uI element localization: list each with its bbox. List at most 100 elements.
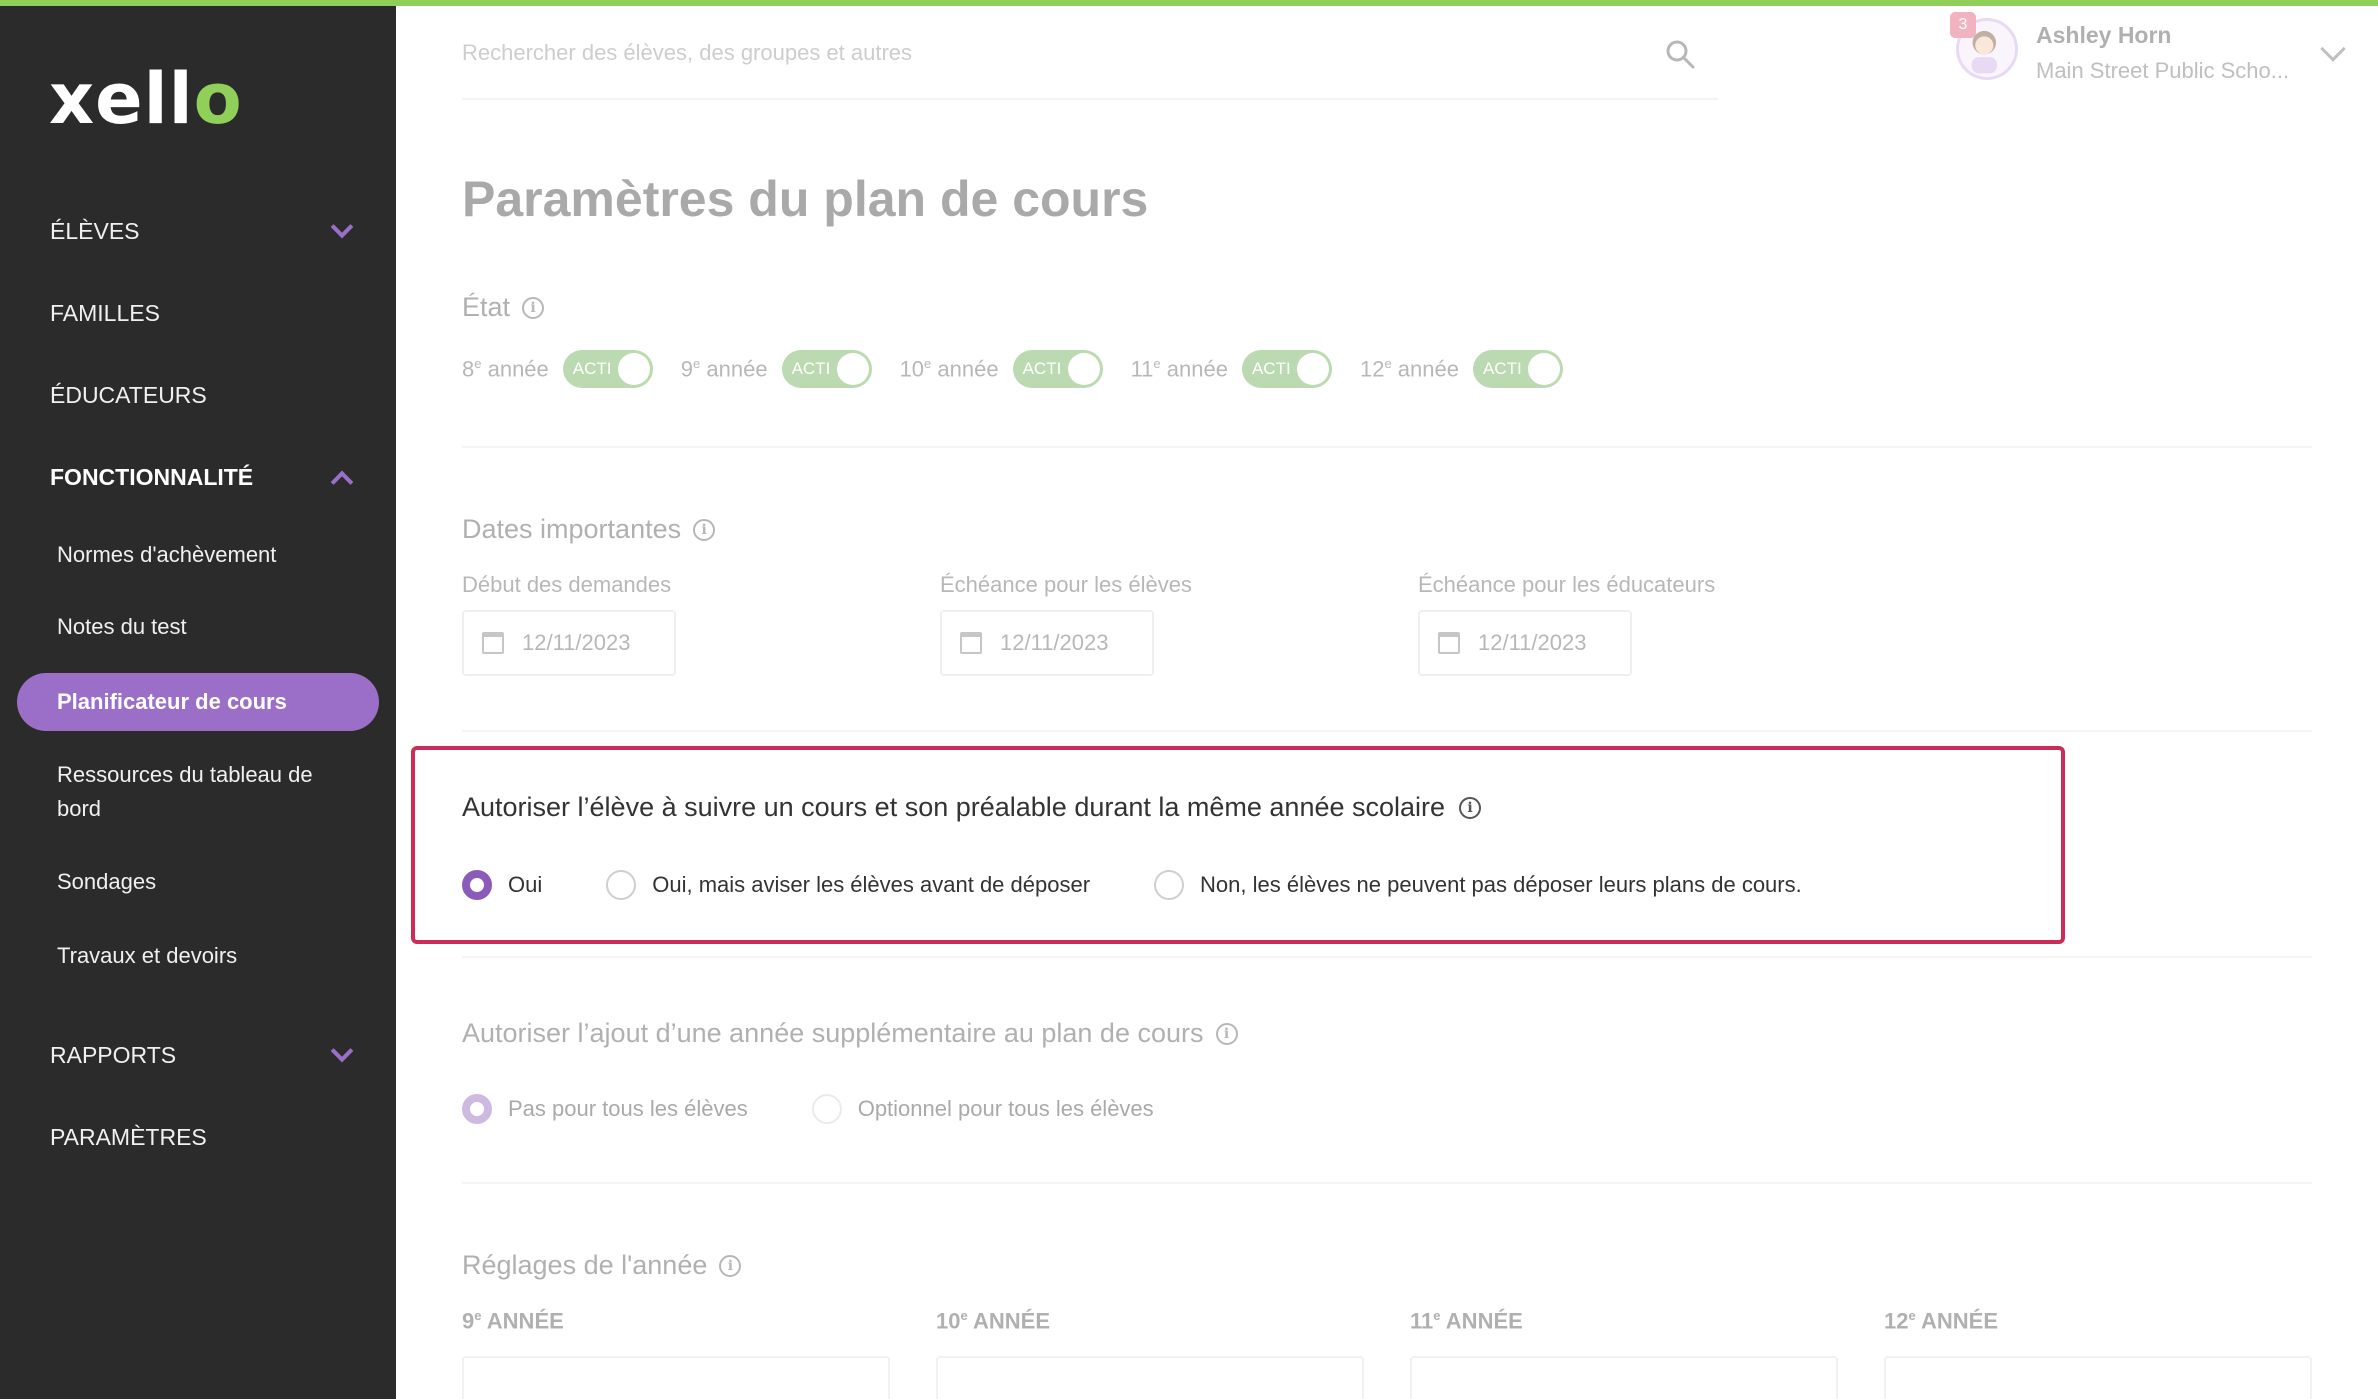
divider	[462, 1182, 2312, 1184]
prerequisite-setting-panel: Autoriser l’élève à suivre un cours et s…	[411, 746, 2065, 944]
radio-option-non[interactable]: Non, les élèves ne peuvent pas déposer l…	[1154, 870, 1802, 900]
date-field-educators: Échéance pour les éducateurs 12/11/2023	[1418, 572, 1858, 676]
sidebar-item-familles[interactable]: FAMILLES	[50, 300, 370, 327]
grade-toggle-9: 9e année ACTI	[681, 350, 872, 388]
main-content: Rechercher des élèves, des groupes et au…	[396, 0, 2378, 1399]
chevron-down-icon	[330, 215, 354, 238]
extra-year-title-text: Autoriser l’ajout d’une année supplément…	[462, 1018, 1204, 1048]
calendar-icon	[482, 632, 504, 654]
extra-year-radio-group: Pas pour tous les élèves Optionnel pour …	[462, 1094, 1218, 1124]
sidebar-item-label: RAPPORTS	[50, 1042, 177, 1068]
date-label: Début des demandes	[462, 572, 672, 597]
date-label: Échéance pour les éducateurs	[1418, 572, 1716, 597]
radio-empty-icon[interactable]	[606, 870, 637, 900]
radio-selected-icon[interactable]	[462, 1094, 492, 1124]
sidebar-subitem-notes-test[interactable]: Notes du test	[57, 610, 357, 644]
grade-label: 10e année	[899, 355, 999, 382]
date-input[interactable]: 12/11/2023	[940, 610, 1154, 676]
radio-option-optional[interactable]: Optionnel pour tous les élèves	[811, 1094, 1154, 1124]
date-input[interactable]: 12/11/2023	[1418, 610, 1632, 676]
search-bar[interactable]: Rechercher des élèves, des groupes et au…	[462, 30, 1718, 100]
calendar-icon	[1438, 632, 1460, 654]
sidebar-item-label: FONCTIONNALITÉ	[50, 464, 254, 490]
year-header: 12e ANNÉE	[1884, 1308, 1999, 1334]
search-icon[interactable]	[1664, 38, 1696, 70]
sidebar-subitem-label: Planificateur de cours	[57, 689, 287, 714]
radio-option-oui[interactable]: Oui	[462, 870, 542, 900]
sidebar-item-eleves[interactable]: ÉLÈVES	[50, 215, 370, 245]
grade-toggle-12: 12e année ACTI	[1360, 350, 1563, 388]
chevron-down-icon[interactable]	[2320, 36, 2346, 62]
date-field-students: Échéance pour les élèves 12/11/2023	[940, 572, 1380, 676]
page-title: Paramètres du plan de cours	[462, 171, 1149, 227]
sidebar-item-rapports[interactable]: RAPPORTS	[50, 1039, 370, 1069]
active-toggle[interactable]: ACTI	[1472, 350, 1563, 388]
radio-empty-icon[interactable]	[811, 1094, 842, 1124]
user-school: Main Street Public Scho...	[2036, 58, 2290, 83]
info-icon[interactable]: i	[719, 1254, 742, 1277]
prerequisite-title-text: Autoriser l’élève à suivre un cours et s…	[462, 792, 1446, 822]
grade-toggles: 8e année ACTI 9e année ACTI 10e année AC…	[462, 350, 1591, 388]
date-label: Échéance pour les élèves	[940, 572, 1192, 597]
info-icon[interactable]: i	[1215, 1022, 1238, 1045]
grade-label: 12e année	[1359, 355, 1459, 382]
year-setting-box[interactable]	[936, 1356, 1364, 1399]
user-menu[interactable]: 3 Ashley Horn Main Street Public Scho...	[1950, 12, 2356, 94]
sidebar-subitem-label: Ressources du tableau de bord	[57, 762, 313, 821]
year-headers: 9e ANNÉE 10e ANNÉE 11e ANNÉE 12e ANNÉE	[462, 1308, 2358, 1334]
radio-empty-icon[interactable]	[1154, 870, 1185, 900]
sidebar-subitem-planificateur[interactable]: Planificateur de cours	[17, 673, 379, 731]
year-setting-box[interactable]	[462, 1356, 890, 1399]
radio-selected-icon[interactable]	[462, 870, 492, 900]
sidebar-item-parametres[interactable]: PARAMÈTRES	[50, 1124, 370, 1151]
sidebar: xello ÉLÈVES FAMILLES ÉDUCATEURS FONCTIO…	[0, 0, 396, 1399]
state-title-text: État	[462, 292, 511, 322]
sidebar-item-educateurs[interactable]: ÉDUCATEURS	[50, 382, 370, 409]
year-header: 11e ANNÉE	[1410, 1308, 1523, 1334]
grade-label: 8e année	[462, 355, 549, 382]
top-accent-line	[0, 0, 2378, 6]
date-field-start: Début des demandes 12/11/2023	[462, 572, 902, 676]
year-setting-box[interactable]	[1884, 1356, 2312, 1399]
info-icon[interactable]: i	[522, 296, 545, 319]
sidebar-subitem-label: Sondages	[57, 869, 157, 894]
sidebar-subitem-label: Travaux et devoirs	[57, 943, 238, 968]
year-setting-boxes	[462, 1356, 2358, 1399]
active-toggle[interactable]: ACTI	[1241, 350, 1332, 388]
sidebar-item-label: ÉDUCATEURS	[50, 382, 207, 408]
active-toggle[interactable]: ACTI	[781, 350, 872, 388]
radio-option-oui-aviser[interactable]: Oui, mais aviser les élèves avant de dép…	[606, 870, 1090, 900]
dates-title-text: Dates importantes	[462, 514, 682, 544]
grade-toggle-8: 8e année ACTI	[462, 350, 653, 388]
dates-section-title: Dates importantes i	[462, 514, 716, 545]
year-settings-section-title: Réglages de l'année i	[462, 1250, 742, 1281]
chevron-down-icon	[330, 1039, 354, 1062]
user-name: Ashley Horn	[2036, 22, 2172, 48]
grade-label: 11e année	[1130, 355, 1228, 382]
info-icon[interactable]: i	[693, 518, 716, 541]
chevron-up-icon	[330, 470, 354, 493]
xello-logo[interactable]: xello	[49, 58, 243, 140]
sidebar-item-fonctionnalite[interactable]: FONCTIONNALITÉ	[50, 464, 370, 493]
radio-option-not-all[interactable]: Pas pour tous les élèves	[462, 1094, 748, 1124]
prerequisite-title: Autoriser l’élève à suivre un cours et s…	[462, 792, 1482, 823]
divider	[462, 730, 2312, 732]
active-toggle[interactable]: ACTI	[1012, 350, 1103, 388]
sidebar-subitem-sondages[interactable]: Sondages	[57, 865, 357, 899]
info-icon[interactable]: i	[1459, 796, 1482, 819]
sidebar-subitem-label: Normes d'achèvement	[57, 542, 277, 567]
search-input[interactable]: Rechercher des élèves, des groupes et au…	[462, 40, 912, 66]
grade-toggle-10: 10e année ACTI	[900, 350, 1103, 388]
calendar-icon	[960, 632, 982, 654]
sidebar-item-label: ÉLÈVES	[50, 218, 140, 244]
sidebar-subitem-ressources[interactable]: Ressources du tableau de bord	[57, 758, 357, 826]
date-input[interactable]: 12/11/2023	[462, 610, 676, 676]
sidebar-subitem-travaux[interactable]: Travaux et devoirs	[57, 939, 357, 973]
sidebar-item-label: PARAMÈTRES	[50, 1124, 207, 1150]
year-settings-title-text: Réglages de l'année	[462, 1250, 708, 1280]
sidebar-subitem-label: Notes du test	[57, 614, 187, 639]
sidebar-subitem-normes[interactable]: Normes d'achèvement	[57, 538, 357, 572]
active-toggle[interactable]: ACTI	[562, 350, 653, 388]
year-setting-box[interactable]	[1410, 1356, 1838, 1399]
year-header: 9e ANNÉE	[462, 1308, 564, 1334]
